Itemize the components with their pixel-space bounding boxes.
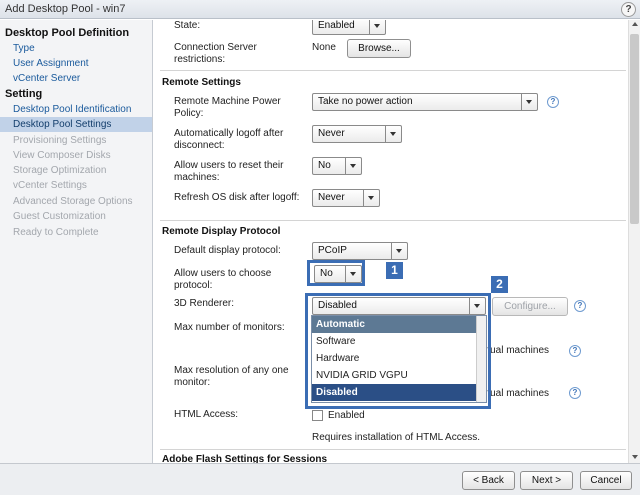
chevron-down-icon — [363, 190, 379, 206]
next-button[interactable]: Next > — [520, 471, 573, 490]
sidebar-item-view-composer-disks: View Composer Disks — [13, 150, 111, 161]
section-divider — [160, 449, 626, 450]
callout-2-badge: 2 — [491, 276, 508, 293]
chevron-down-icon — [345, 158, 361, 174]
window-title: Add Desktop Pool - win7 — [5, 3, 126, 15]
state-value: Enabled — [318, 20, 355, 31]
html-access-label: HTML Access: — [174, 409, 239, 420]
reset-machines-label: Allow users to reset their machines: — [174, 160, 284, 183]
help-icon[interactable]: ? — [574, 300, 586, 312]
scrollbar-thumb[interactable] — [630, 34, 639, 224]
auto-logoff-value: Never — [318, 128, 345, 139]
refresh-os-value: Never — [318, 192, 345, 203]
sidebar-item-guest-customization: Guest Customization — [13, 211, 106, 222]
auto-logoff-label: Automatically logoff after disconnect: — [174, 128, 284, 151]
content-scrollbar[interactable] — [628, 20, 640, 463]
max-monitors-label: Max number of monitors: — [174, 322, 285, 333]
resolution-partial-text: rtual machines — [484, 388, 550, 399]
power-policy-label: Remote Machine Power Policy: — [174, 96, 281, 119]
section-divider — [160, 70, 626, 71]
chevron-down-icon — [391, 243, 407, 259]
auto-logoff-select[interactable]: Never — [312, 125, 402, 143]
max-resolution-label: Max resolution of any one monitor: — [174, 365, 289, 388]
chevron-down-icon — [385, 126, 401, 142]
power-policy-select[interactable]: Take no power action — [312, 93, 538, 111]
browse-button[interactable]: Browse... — [347, 39, 411, 58]
sidebar-item-desktop-pool-identification[interactable]: Desktop Pool Identification — [0, 102, 152, 117]
chevron-down-icon — [369, 20, 385, 34]
scroll-down-arrow-icon[interactable] — [632, 455, 638, 459]
refresh-os-select[interactable]: Never — [312, 189, 380, 207]
wizard-sidebar: Desktop Pool Definition Type User Assign… — [0, 20, 153, 463]
sidebar-item-type[interactable]: Type — [0, 41, 152, 56]
state-select[interactable]: Enabled — [312, 20, 386, 35]
wizard-footer: < Back Next > Cancel — [0, 463, 640, 495]
sidebar-item-vcenter-server[interactable]: vCenter Server — [0, 71, 152, 86]
refresh-os-label: Refresh OS disk after logoff: — [174, 192, 300, 203]
reset-machines-select[interactable]: No — [312, 157, 362, 175]
html-access-note: Requires installation of HTML Access. — [312, 432, 481, 443]
sidebar-item-ready-to-complete: Ready to Complete — [13, 227, 99, 238]
html-access-checkbox-label: Enabled — [328, 410, 365, 421]
callout-1-highlight — [307, 260, 365, 286]
sidebar-item-provisioning-settings: Provisioning Settings — [13, 135, 107, 146]
help-icon[interactable]: ? — [569, 345, 581, 357]
sidebar-item-storage-optimization: Storage Optimization — [13, 165, 107, 176]
sidebar-item-vcenter-settings: vCenter Settings — [13, 180, 87, 191]
sidebar-item-advanced-storage-options: Advanced Storage Options — [13, 196, 133, 207]
callout-2-highlight — [305, 293, 491, 409]
chevron-down-icon — [521, 94, 537, 110]
monitors-partial-text: rtual machines — [484, 345, 550, 356]
window-titlebar: Add Desktop Pool - win7 ? — [0, 0, 640, 19]
configure-button[interactable]: Configure... — [492, 297, 568, 316]
default-protocol-label: Default display protocol: — [174, 245, 281, 256]
cancel-button[interactable]: Cancel — [580, 471, 632, 490]
connection-server-label: Connection Server restrictions: — [174, 42, 257, 65]
html-access-checkbox[interactable] — [312, 410, 323, 421]
sidebar-item-desktop-pool-settings[interactable]: Desktop Pool Settings — [0, 117, 152, 132]
reset-machines-value: No — [318, 160, 331, 171]
remote-display-heading: Remote Display Protocol — [162, 226, 281, 237]
flash-settings-heading: Adobe Flash Settings for Sessions — [162, 454, 328, 463]
sidebar-item-user-assignment[interactable]: User Assignment — [0, 56, 152, 71]
choose-protocol-label: Allow users to choose protocol: — [174, 268, 272, 291]
help-icon[interactable]: ? — [621, 2, 636, 17]
section-divider — [160, 220, 626, 221]
remote-settings-heading: Remote Settings — [162, 77, 241, 88]
state-label: State: — [174, 20, 201, 31]
back-button[interactable]: < Back — [462, 471, 515, 490]
default-protocol-select[interactable]: PCoIP — [312, 242, 408, 260]
connection-server-value: None — [312, 42, 336, 53]
help-icon[interactable]: ? — [547, 96, 559, 108]
default-protocol-value: PCoIP — [318, 245, 347, 256]
power-policy-value: Take no power action — [318, 96, 413, 107]
sidebar-section-title: Setting — [5, 88, 43, 100]
help-icon[interactable]: ? — [569, 387, 581, 399]
renderer-label: 3D Renderer: — [174, 298, 235, 309]
callout-1-badge: 1 — [386, 262, 403, 279]
sidebar-section-title: Desktop Pool Definition — [5, 27, 130, 39]
scroll-up-arrow-icon[interactable] — [632, 22, 638, 26]
